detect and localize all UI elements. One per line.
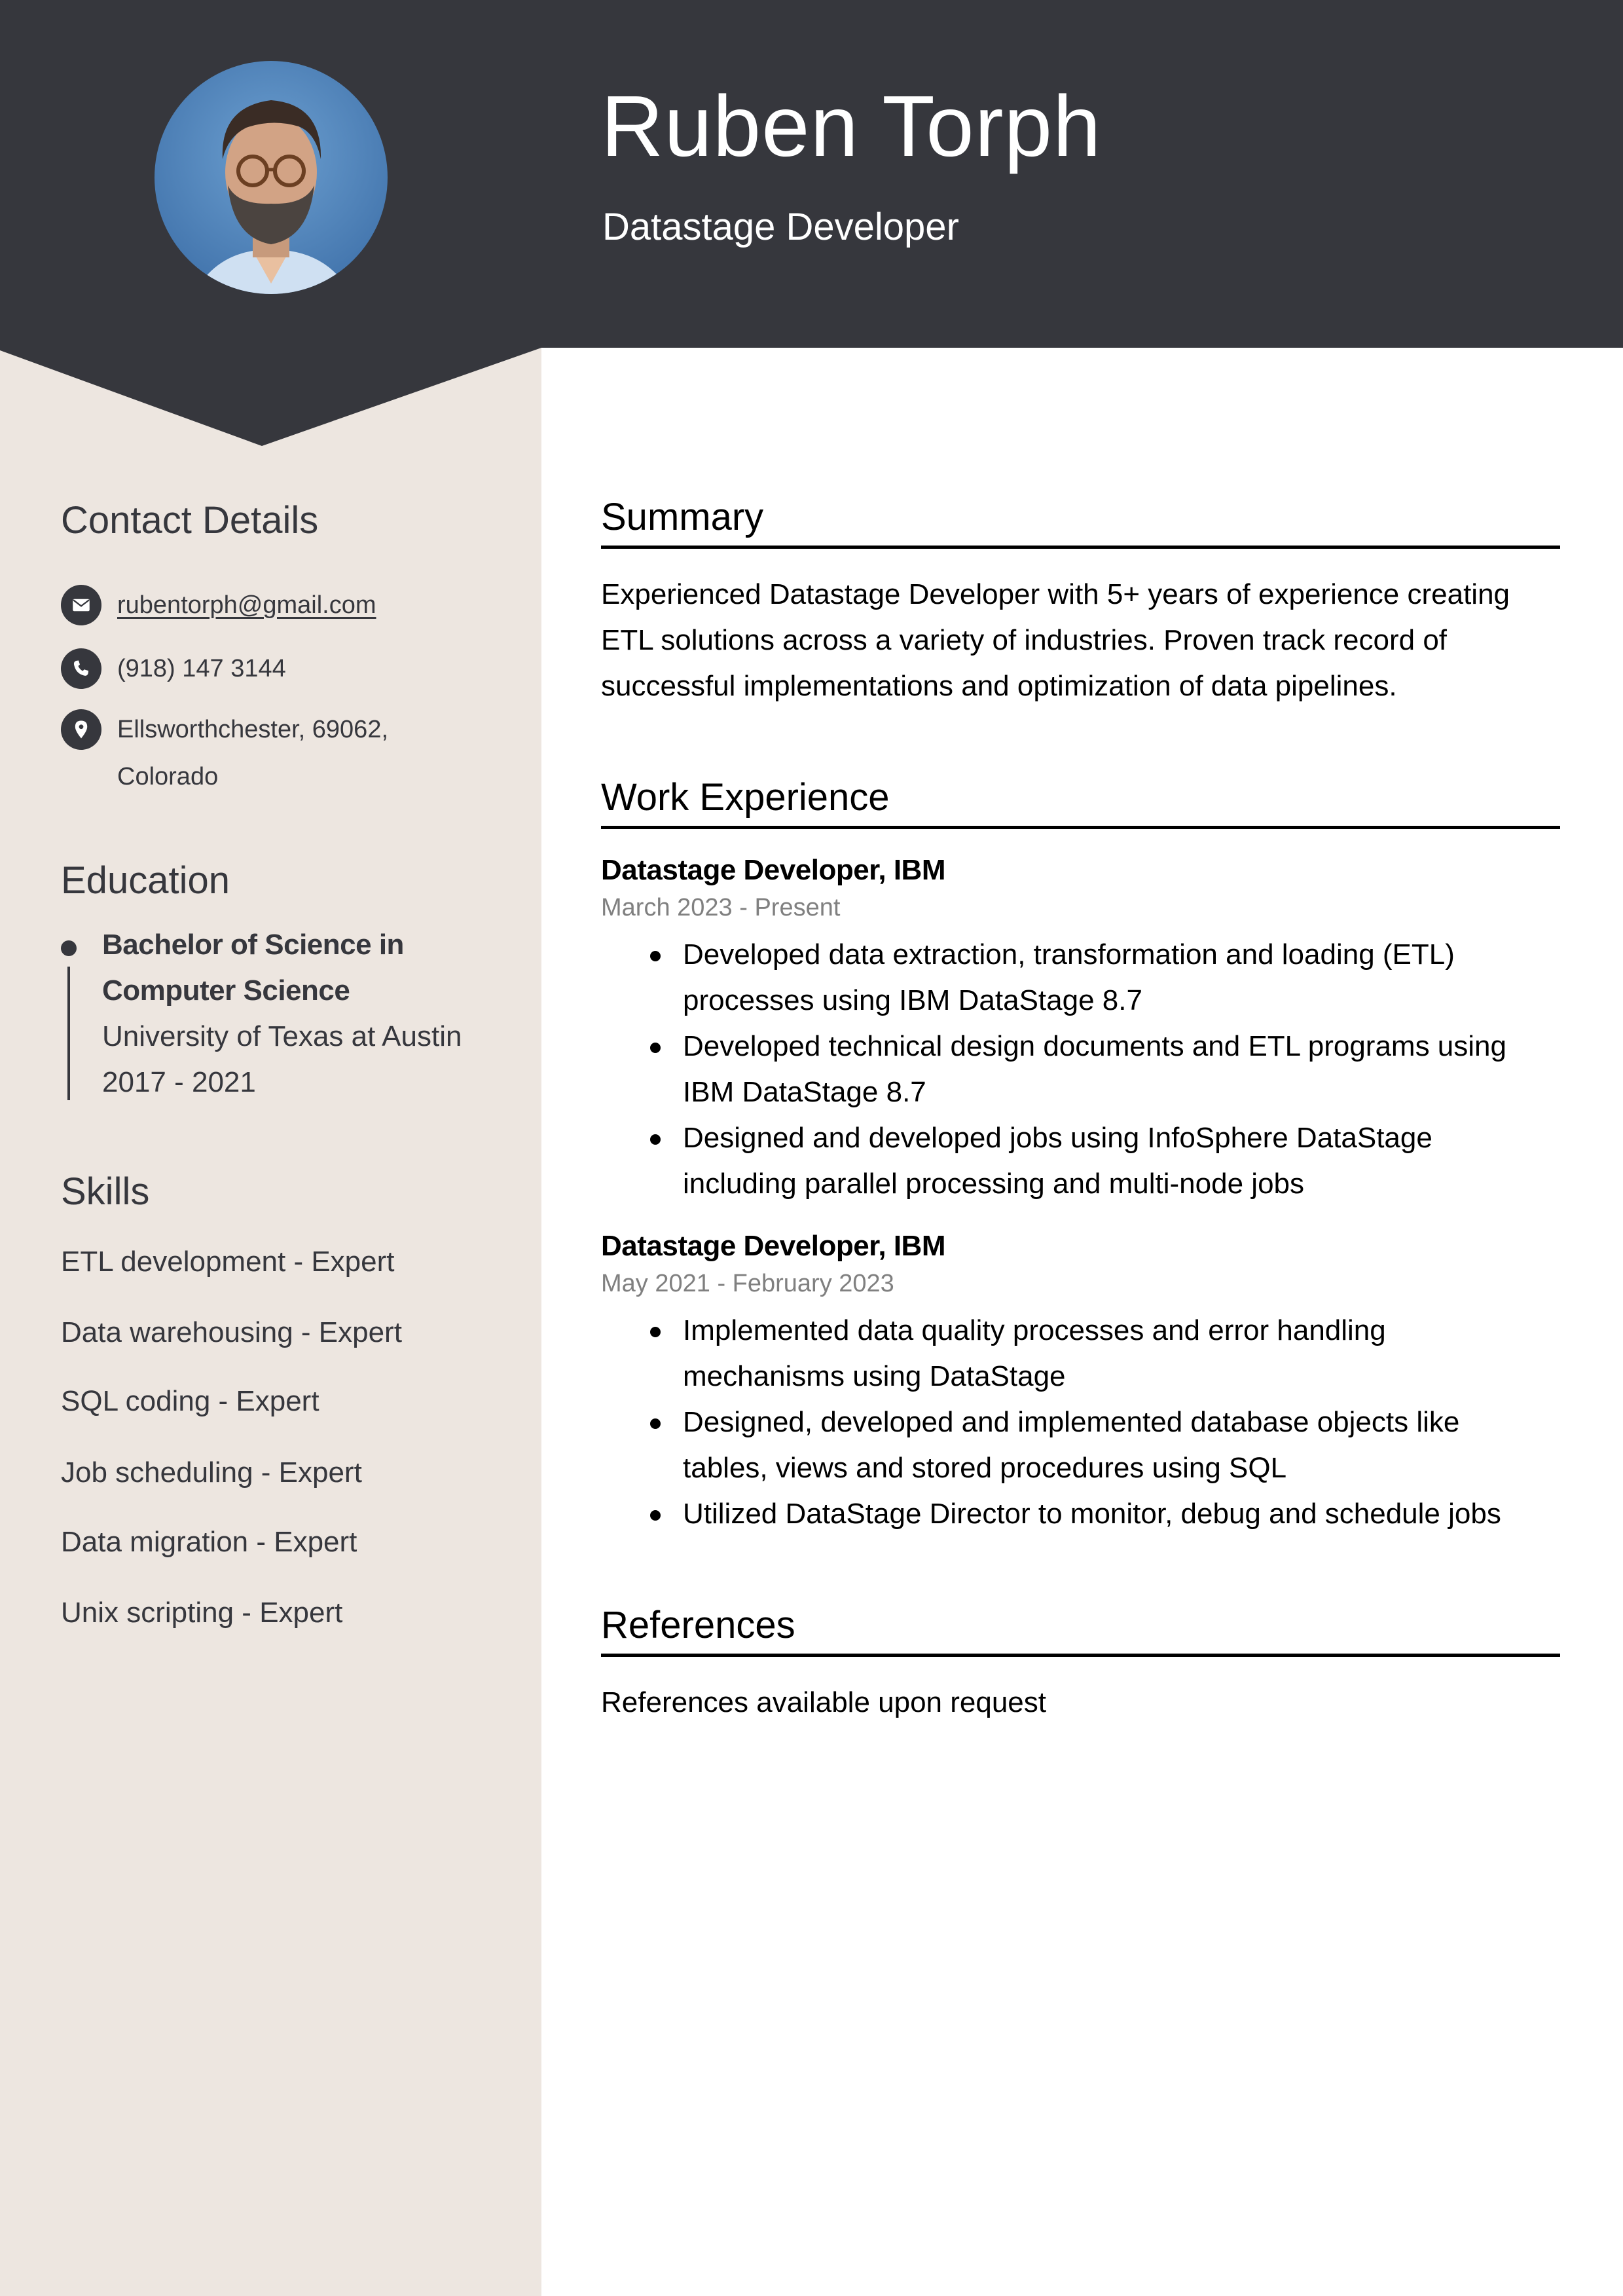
contact-details-heading: Contact Details	[61, 499, 319, 542]
candidate-title: Datastage Developer	[602, 206, 959, 248]
education-heading: Education	[61, 859, 230, 902]
address: Ellsworthchester, 69062, Colorado	[117, 706, 388, 800]
timeline-line	[67, 967, 70, 1100]
phone-icon	[61, 648, 101, 689]
avatar	[155, 61, 388, 294]
skill-item: ETL development - Expert	[61, 1246, 395, 1278]
work-experience-heading: Work Experience	[601, 775, 1560, 829]
job-bullets: Implemented data quality processes and e…	[650, 1308, 1563, 1537]
summary-line: ETL solutions across a variety of indust…	[601, 624, 1448, 656]
skill-item: Unix scripting - Expert	[61, 1597, 343, 1629]
candidate-name: Ruben Torph	[601, 78, 1102, 174]
job-title: Datastage Developer, IBM	[601, 1230, 945, 1262]
phone-number: (918) 147 3144	[117, 655, 286, 682]
skill-item: SQL coding - Expert	[61, 1385, 319, 1417]
education-entry: Bachelor of Science in Computer Science …	[102, 922, 521, 1105]
school-name: University of Texas at Austin	[102, 1020, 462, 1052]
job-title: Datastage Developer, IBM	[601, 854, 945, 886]
job-bullet: Developed technical design documents and…	[650, 1024, 1563, 1115]
summary-text: Experienced Datastage Developer with 5+ …	[601, 572, 1560, 709]
job-bullet: Developed data extraction, transformatio…	[650, 932, 1563, 1024]
profile-photo-icon	[155, 61, 388, 294]
skills-heading: Skills	[61, 1170, 150, 1213]
address-line-2: Colorado	[117, 763, 219, 790]
contact-email[interactable]: rubentorph@gmail.com	[61, 585, 376, 629]
job-dates: May 2021 - February 2023	[601, 1270, 894, 1297]
degree-line-2: Computer Science	[102, 974, 350, 1007]
education-years: 2017 - 2021	[102, 1066, 256, 1098]
job-bullet: Designed and developed jobs using InfoSp…	[650, 1115, 1563, 1207]
skill-item: Data warehousing - Expert	[61, 1316, 402, 1348]
summary-line: Experienced Datastage Developer with 5+ …	[601, 578, 1510, 610]
job-bullet: Implemented data quality processes and e…	[650, 1308, 1563, 1399]
skill-item: Data migration - Expert	[61, 1526, 357, 1558]
job-dates: March 2023 - Present	[601, 894, 841, 921]
email-link[interactable]: rubentorph@gmail.com	[117, 582, 376, 629]
summary-heading: Summary	[601, 494, 1560, 549]
references-text: References available upon request	[601, 1686, 1047, 1718]
job-bullet: Utilized DataStage Director to monitor, …	[650, 1491, 1563, 1537]
contact-address: Ellsworthchester, 69062, Colorado	[61, 709, 388, 800]
address-line-1: Ellsworthchester, 69062,	[117, 716, 389, 743]
location-pin-icon	[61, 709, 101, 750]
job-bullet: Designed, developed and implemented data…	[650, 1399, 1563, 1491]
job-bullets: Developed data extraction, transformatio…	[650, 932, 1563, 1207]
timeline-dot-icon	[61, 940, 77, 956]
degree-line-1: Bachelor of Science in	[102, 929, 404, 961]
contact-phone: (918) 147 3144	[61, 648, 286, 692]
references-heading: References	[601, 1602, 1560, 1657]
summary-line: successful implementations and optimizat…	[601, 670, 1397, 702]
skill-item: Job scheduling - Expert	[61, 1456, 362, 1489]
envelope-icon	[61, 585, 101, 625]
